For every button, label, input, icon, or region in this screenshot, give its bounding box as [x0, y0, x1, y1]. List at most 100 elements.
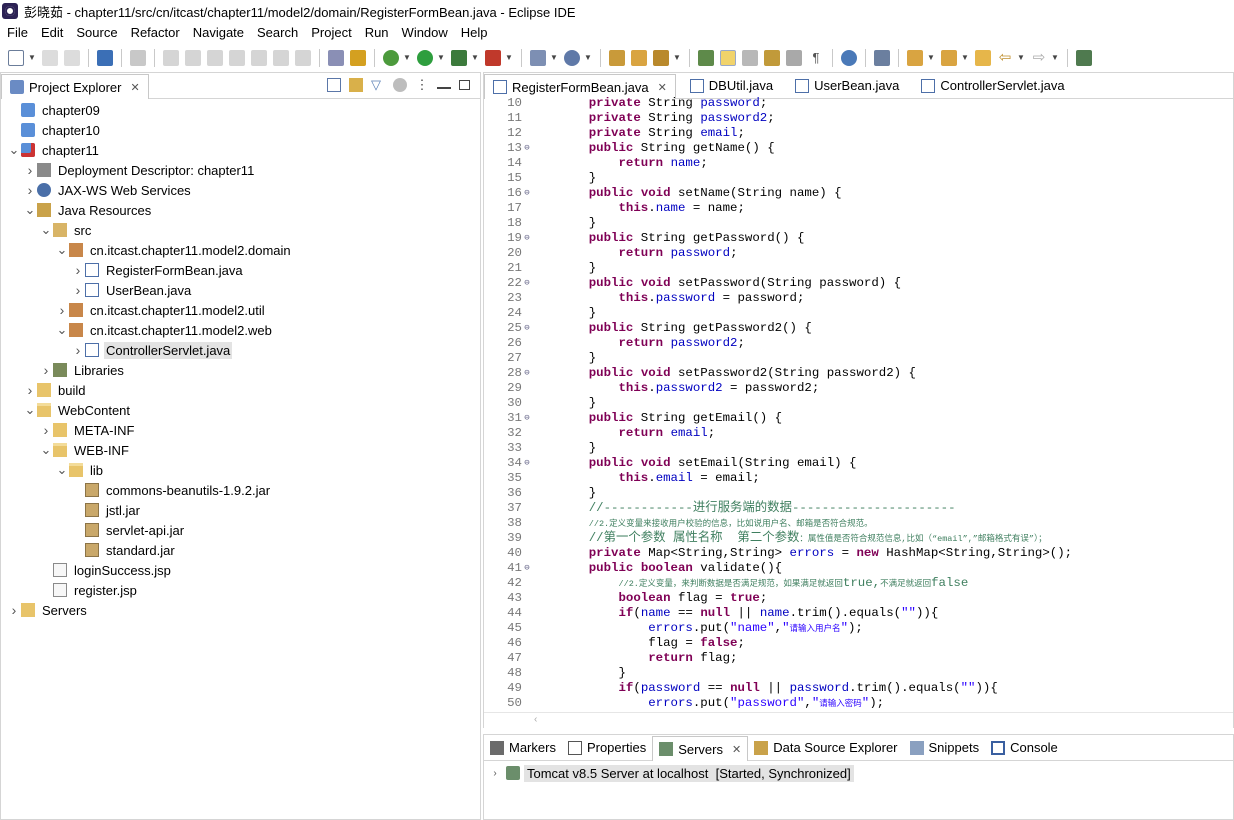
- fold-toggle-icon[interactable]: ⊖: [522, 366, 532, 381]
- tree-item[interactable]: › cn.itcast.chapter11.model2.util: [1, 300, 480, 320]
- minimize-icon[interactable]: [437, 81, 451, 89]
- step-over-icon[interactable]: [273, 49, 289, 66]
- tree-item[interactable]: ⌄ cn.itcast.chapter11.model2.web: [1, 320, 480, 340]
- menu-item-project[interactable]: Project: [304, 25, 357, 40]
- expand-chevron-right-icon[interactable]: ›: [71, 282, 85, 298]
- menu-item-file[interactable]: File: [0, 25, 34, 40]
- close-icon[interactable]: ✕: [732, 743, 741, 756]
- code-editor[interactable]: 10 private String password; 11 private St…: [484, 96, 1233, 708]
- editor-tab[interactable]: UserBean.java: [787, 73, 907, 98]
- fold-toggle-icon[interactable]: ⊖: [522, 276, 532, 291]
- tree-item[interactable]: standard.jar: [1, 540, 480, 560]
- pin-editor-icon[interactable]: [874, 49, 890, 66]
- new-dropdown-icon[interactable]: ▼: [28, 53, 36, 62]
- tree-item[interactable]: › RegisterFormBean.java: [1, 260, 480, 280]
- search-toolbar-icon[interactable]: [653, 49, 669, 66]
- expand-chevron-right-icon[interactable]: ›: [23, 182, 37, 198]
- expand-chevron-down-icon[interactable]: ⌄: [23, 403, 37, 416]
- menu-item-navigate[interactable]: Navigate: [186, 25, 250, 40]
- tree-item[interactable]: › Libraries: [1, 360, 480, 380]
- toggle-mark-occurrences-icon[interactable]: [698, 49, 714, 66]
- tree-item[interactable]: commons-beanutils-1.9.2.jar: [1, 480, 480, 500]
- menu-item-edit[interactable]: Edit: [34, 25, 69, 40]
- toggle-block-selection-icon[interactable]: [742, 49, 758, 66]
- server-row[interactable]: › Tomcat v8.5 Server at localhost [Start…: [488, 763, 854, 783]
- coverage-dropdown-icon[interactable]: ▼: [471, 53, 479, 62]
- expand-chevron-right-icon[interactable]: ›: [55, 302, 69, 318]
- run-dropdown-icon[interactable]: ▼: [437, 53, 445, 62]
- tree-item[interactable]: ⌄ WebContent: [1, 400, 480, 420]
- back-icon[interactable]: ⇦: [997, 49, 1013, 66]
- terminate-icon[interactable]: [207, 49, 223, 66]
- view-menu-icon[interactable]: ⋮: [415, 78, 429, 92]
- tree-item[interactable]: ⌄ Java Resources: [1, 200, 480, 220]
- expand-chevron-right-icon[interactable]: ›: [71, 262, 85, 278]
- tree-item[interactable]: › JAX-WS Web Services: [1, 180, 480, 200]
- last-edit-location-icon[interactable]: [975, 49, 991, 66]
- tree-item[interactable]: ⌄ cn.itcast.chapter11.model2.domain: [1, 240, 480, 260]
- tree-item[interactable]: › UserBean.java: [1, 280, 480, 300]
- expand-chevron-down-icon[interactable]: ⌄: [7, 143, 21, 156]
- new-java-class-icon[interactable]: [564, 49, 580, 66]
- new-server-icon[interactable]: [530, 49, 546, 66]
- open-task-icon[interactable]: [631, 49, 647, 66]
- tree-item[interactable]: ⌄ WEB-INF: [1, 440, 480, 460]
- new-server-dropdown-icon[interactable]: ▼: [550, 53, 558, 62]
- pilcrow-icon[interactable]: ¶: [808, 50, 824, 66]
- open-perspective-icon[interactable]: [1076, 49, 1092, 66]
- link-with-editor-icon[interactable]: [349, 78, 363, 92]
- back-dropdown-icon[interactable]: ▼: [1017, 53, 1025, 62]
- fold-toggle-icon[interactable]: ⊖: [522, 231, 532, 246]
- tab-snippets[interactable]: Snippets: [904, 735, 986, 760]
- expand-chevron-right-icon[interactable]: ›: [71, 342, 85, 358]
- debug-icon[interactable]: [383, 49, 399, 66]
- previous-annotation-dropdown-icon[interactable]: ▼: [961, 53, 969, 62]
- previous-annotation-icon[interactable]: [941, 49, 957, 66]
- external-tools-icon[interactable]: [485, 49, 501, 66]
- expand-chevron-right-icon[interactable]: ›: [23, 162, 37, 178]
- tab-properties[interactable]: Properties: [562, 735, 652, 760]
- tab-markers[interactable]: Markers: [484, 735, 562, 760]
- expand-chevron-down-icon[interactable]: ⌄: [55, 243, 69, 256]
- expand-chevron-right-icon[interactable]: ›: [39, 362, 53, 378]
- disconnect-icon[interactable]: [229, 49, 245, 66]
- search-dropdown-icon[interactable]: ▼: [673, 53, 681, 62]
- forward-dropdown-icon[interactable]: ▼: [1051, 53, 1059, 62]
- expand-chevron-down-icon[interactable]: ⌄: [39, 223, 53, 236]
- expand-chevron-right-icon[interactable]: ›: [23, 382, 37, 398]
- focus-icon[interactable]: [393, 78, 407, 92]
- web-browser-icon[interactable]: [841, 49, 857, 66]
- fold-toggle-icon[interactable]: ⊖: [522, 321, 532, 336]
- open-console-icon[interactable]: [97, 49, 113, 66]
- menu-item-help[interactable]: Help: [454, 25, 494, 40]
- menu-item-run[interactable]: Run: [358, 25, 395, 40]
- menu-item-search[interactable]: Search: [250, 25, 304, 40]
- tree-item[interactable]: chapter10: [1, 120, 480, 140]
- tree-item[interactable]: ⌄ chapter11: [1, 140, 480, 160]
- expand-chevron-right-icon[interactable]: ›: [39, 422, 53, 438]
- debug-dropdown-icon[interactable]: ▼: [403, 53, 411, 62]
- close-icon[interactable]: ✕: [658, 81, 667, 94]
- new-icon[interactable]: [8, 49, 24, 66]
- tree-item[interactable]: › ControllerServlet.java: [1, 340, 480, 360]
- fold-toggle-icon[interactable]: ⊖: [522, 456, 532, 471]
- editor-tab[interactable]: DBUtil.java: [682, 73, 781, 98]
- forward-icon[interactable]: ⇨: [1031, 49, 1047, 66]
- fold-toggle-icon[interactable]: ⊖: [522, 141, 532, 156]
- menu-item-window[interactable]: Window: [395, 25, 454, 40]
- filter-icon[interactable]: ▽: [371, 78, 385, 92]
- menu-item-refactor[interactable]: Refactor: [124, 25, 186, 40]
- tree-item[interactable]: ⌄ src: [1, 220, 480, 240]
- external-tools-dropdown-icon[interactable]: ▼: [505, 53, 513, 62]
- tree-item[interactable]: jstl.jar: [1, 500, 480, 520]
- tab-data-source-explorer[interactable]: Data Source Explorer: [748, 735, 903, 760]
- toggle-highlight-icon[interactable]: [720, 49, 736, 66]
- step-into-icon[interactable]: [251, 49, 267, 66]
- expand-chevron-down-icon[interactable]: ⌄: [39, 443, 53, 456]
- menu-item-source[interactable]: Source: [69, 25, 123, 40]
- show-whitespace-icon[interactable]: [786, 49, 802, 66]
- tree-item[interactable]: chapter09: [1, 100, 480, 120]
- step-return-icon[interactable]: [295, 49, 311, 66]
- tree-item[interactable]: ⌄ lib: [1, 460, 480, 480]
- tree-item[interactable]: › build: [1, 380, 480, 400]
